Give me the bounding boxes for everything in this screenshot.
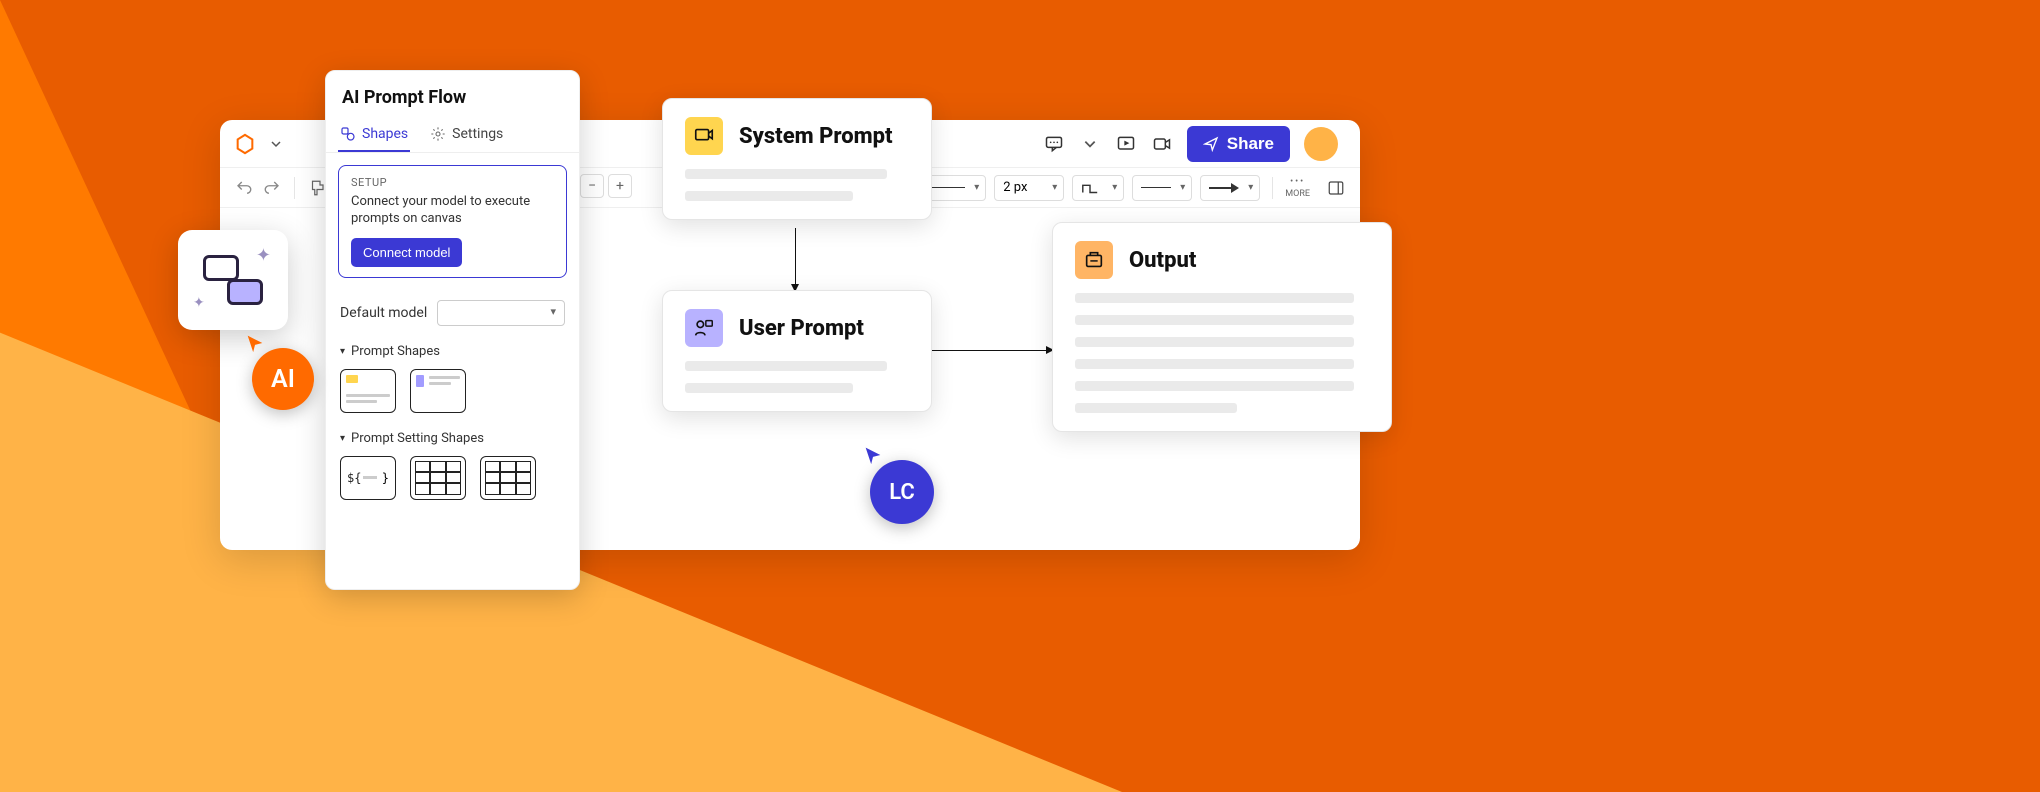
placeholder-line (1075, 293, 1354, 303)
output-title: Output (1129, 248, 1196, 273)
record-icon[interactable] (1151, 133, 1173, 155)
app-menu-chevron-icon[interactable] (270, 138, 282, 150)
share-button[interactable]: Share (1187, 126, 1290, 162)
shape-table-small[interactable] (410, 456, 466, 500)
cursor-lc-label: LC (889, 480, 915, 505)
tab-shapes-label: Shapes (362, 126, 408, 142)
user-prompt-title: User Prompt (739, 316, 864, 341)
present-icon[interactable] (1115, 133, 1137, 155)
connector-user-to-output (932, 350, 1052, 351)
output-icon (1075, 241, 1113, 279)
app-logo-icon[interactable] (234, 133, 256, 155)
collaborator-cursor-lc: LC (870, 460, 934, 524)
corner-style-dropdown[interactable] (1072, 175, 1124, 201)
ai-flow-panel: AI Prompt Flow Shapes Settings SETUP Con… (325, 70, 580, 590)
redo-icon[interactable] (262, 178, 282, 198)
zoom-in-button[interactable]: + (608, 174, 632, 198)
shape-table-large[interactable] (480, 456, 536, 500)
tab-shapes[interactable]: Shapes (338, 118, 410, 152)
tab-settings[interactable]: Settings (428, 118, 505, 152)
sparkle-icon: ✦ (256, 245, 271, 266)
placeholder-line (1075, 403, 1237, 413)
floating-ai-shape-card[interactable]: ✦ ✦ (178, 230, 288, 330)
collaborator-cursor-ai: AI (252, 348, 314, 410)
panel-title: AI Prompt Flow (326, 71, 579, 118)
placeholder-line (685, 361, 887, 371)
user-avatar[interactable] (1304, 127, 1338, 161)
cursor-ai-label: AI (271, 365, 295, 394)
default-model-dropdown[interactable] (437, 300, 565, 326)
shape-user-prompt[interactable] (410, 369, 466, 413)
format-painter-icon[interactable] (307, 178, 327, 198)
placeholder-line (685, 169, 887, 179)
placeholder-line (1075, 315, 1354, 325)
setup-description: Connect your model to execute prompts on… (351, 194, 554, 228)
shape-system-prompt[interactable] (340, 369, 396, 413)
placeholder-line (1075, 359, 1354, 369)
section-prompt-shapes[interactable]: Prompt Shapes (326, 336, 579, 365)
setup-badge: SETUP (351, 176, 554, 189)
system-prompt-icon (685, 117, 723, 155)
line-start-dropdown[interactable] (1132, 175, 1192, 201)
default-model-label: Default model (340, 305, 427, 321)
node-system-prompt[interactable]: System Prompt (662, 98, 932, 220)
comment-dropdown-icon[interactable] (1079, 133, 1101, 155)
system-prompt-title: System Prompt (739, 124, 893, 149)
tab-settings-label: Settings (452, 126, 503, 142)
line-end-dropdown[interactable] (1200, 175, 1260, 201)
stroke-width-value: 2 px (1003, 180, 1027, 195)
node-output[interactable]: Output (1052, 222, 1392, 432)
stroke-width-dropdown[interactable]: 2 px (994, 175, 1064, 201)
zoom-controls: − + (580, 174, 632, 198)
sparkle-icon: ✦ (193, 295, 205, 311)
placeholder-line (685, 383, 853, 393)
setup-card: SETUP Connect your model to execute prom… (338, 165, 567, 278)
section-setting-shapes[interactable]: Prompt Setting Shapes (326, 423, 579, 452)
connect-model-button[interactable]: Connect model (351, 238, 462, 267)
more-dots-icon: ••• (1290, 177, 1305, 187)
user-prompt-icon (685, 309, 723, 347)
connector-system-to-user (795, 228, 796, 290)
more-label: MORE (1285, 189, 1310, 199)
share-button-label: Share (1227, 134, 1274, 154)
placeholder-line (685, 191, 853, 201)
placeholder-line (1075, 337, 1354, 347)
undo-icon[interactable] (234, 178, 254, 198)
comment-icon[interactable] (1043, 133, 1065, 155)
zoom-out-button[interactable]: − (580, 174, 604, 198)
panel-toggle-icon[interactable] (1326, 178, 1346, 198)
placeholder-line (1075, 381, 1354, 391)
node-user-prompt[interactable]: User Prompt (662, 290, 932, 412)
toolbar-more-button[interactable]: ••• MORE (1285, 177, 1310, 199)
shape-variable[interactable]: ${ } (340, 456, 396, 500)
